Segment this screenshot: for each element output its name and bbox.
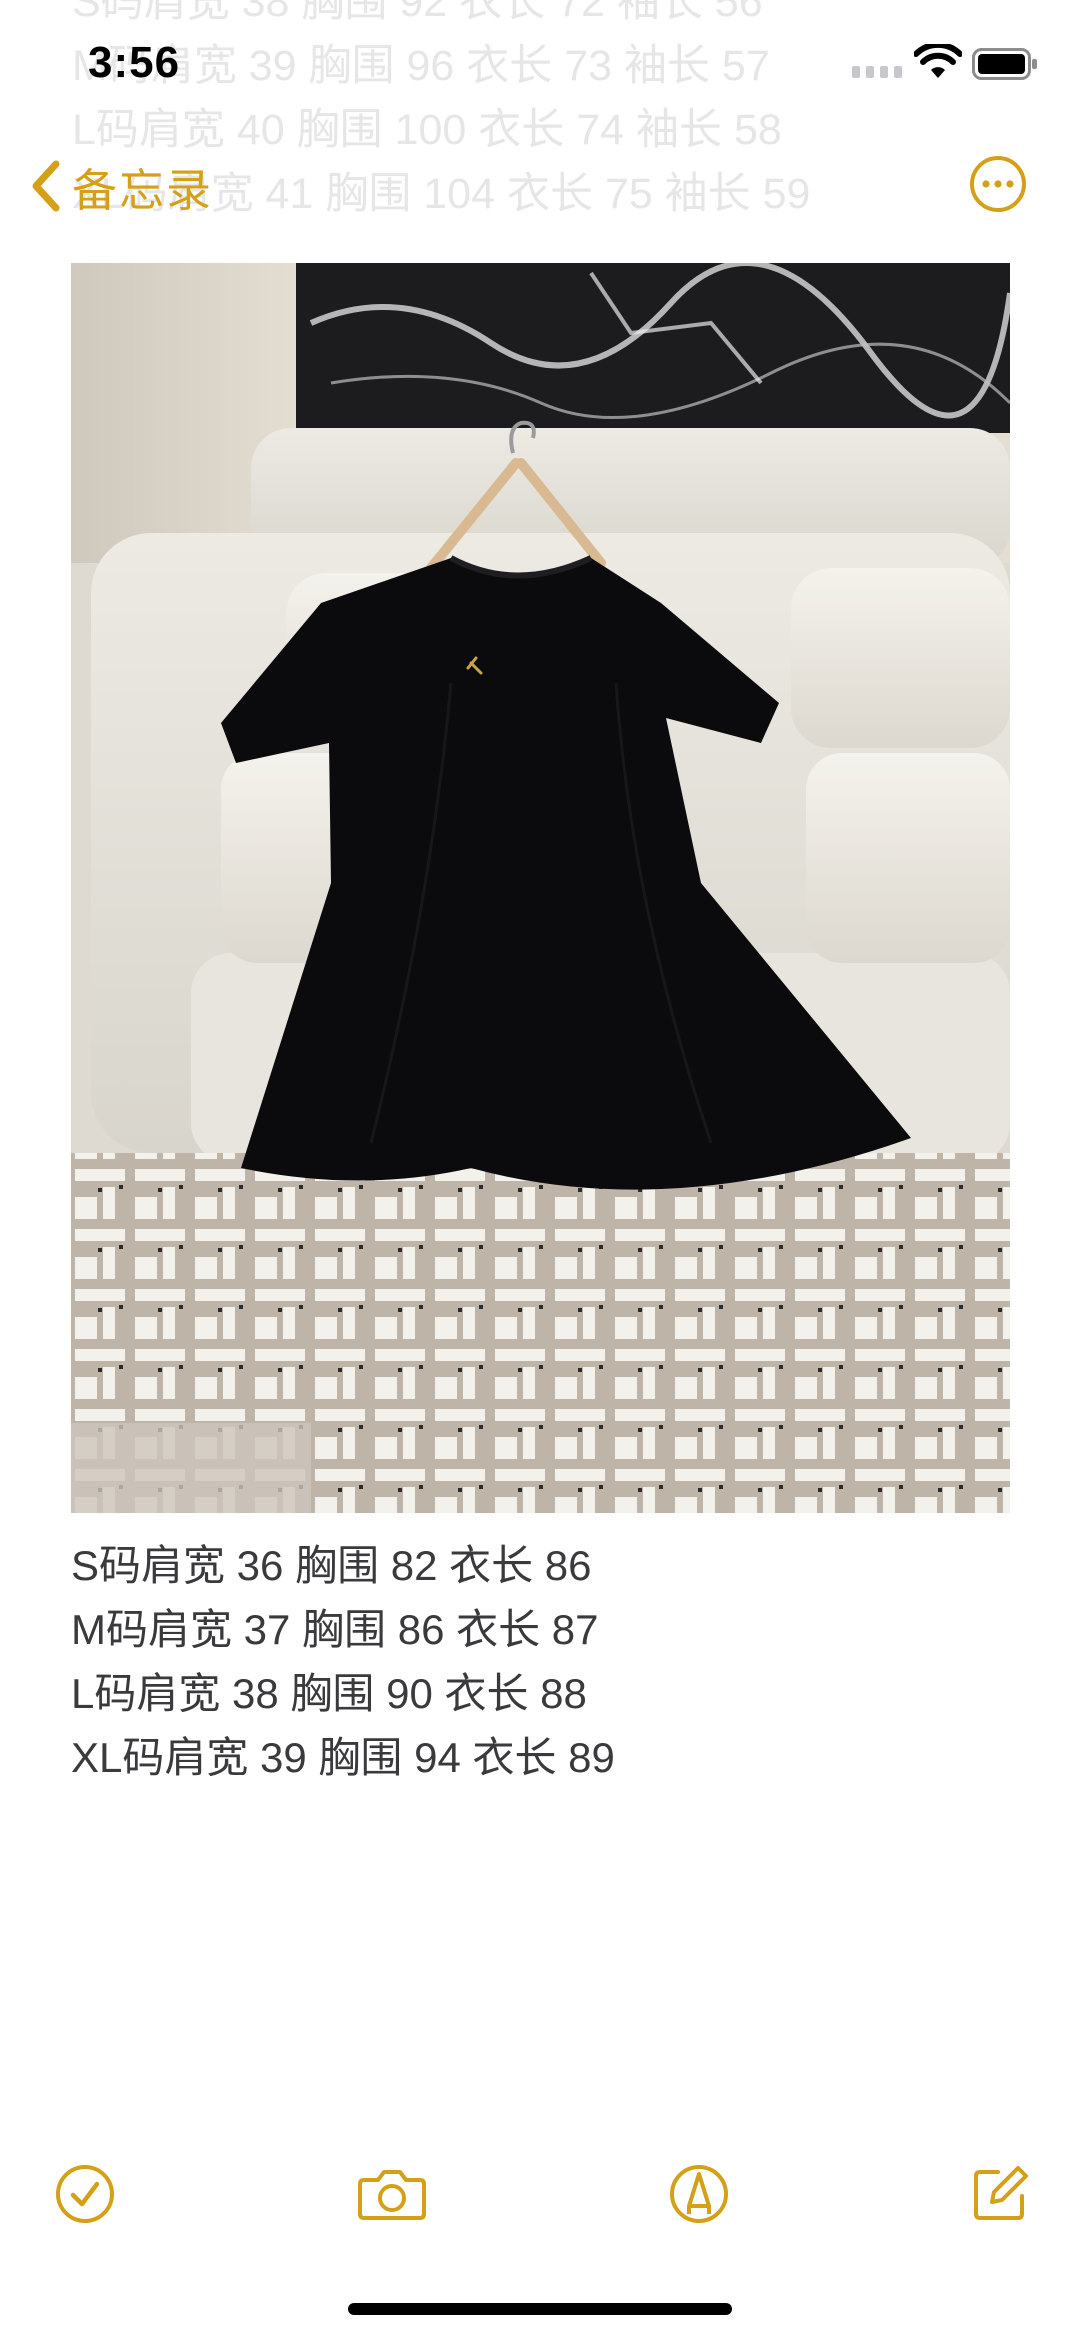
markup-icon[interactable] [667,2162,731,2226]
wifi-icon [914,44,962,78]
camera-icon[interactable] [356,2162,428,2226]
navigation-bar: 备忘录 [0,140,1080,232]
chevron-left-icon [32,160,60,212]
size-line: XL码肩宽 39 胸围 94 衣长 89 [71,1734,615,1781]
note-image[interactable] [71,263,1010,1513]
checklist-icon[interactable] [53,2162,117,2226]
size-line: S码肩宽 36 胸围 82 衣长 86 [71,1542,592,1589]
back-label: 备忘录 [72,164,214,216]
status-bar: 3:56 [0,0,1080,130]
battery-icon [972,48,1037,80]
status-time: 3:56 [88,38,181,87]
back-button[interactable]: 备忘录 [28,154,213,218]
ellipsis-circle-icon[interactable] [968,154,1028,214]
compose-icon[interactable] [968,2162,1032,2226]
size-list: S码肩宽 36 胸围 82 衣长 86 M码肩宽 37 胸围 86 衣长 87 … [71,1534,615,1790]
cellular-signal-icon [852,66,902,78]
bottom-toolbar [0,2152,1080,2232]
size-line: L码肩宽 38 胸围 90 衣长 88 [71,1670,587,1717]
size-line: M码肩宽 37 胸围 86 衣长 87 [71,1606,599,1653]
home-indicator [348,2303,732,2315]
